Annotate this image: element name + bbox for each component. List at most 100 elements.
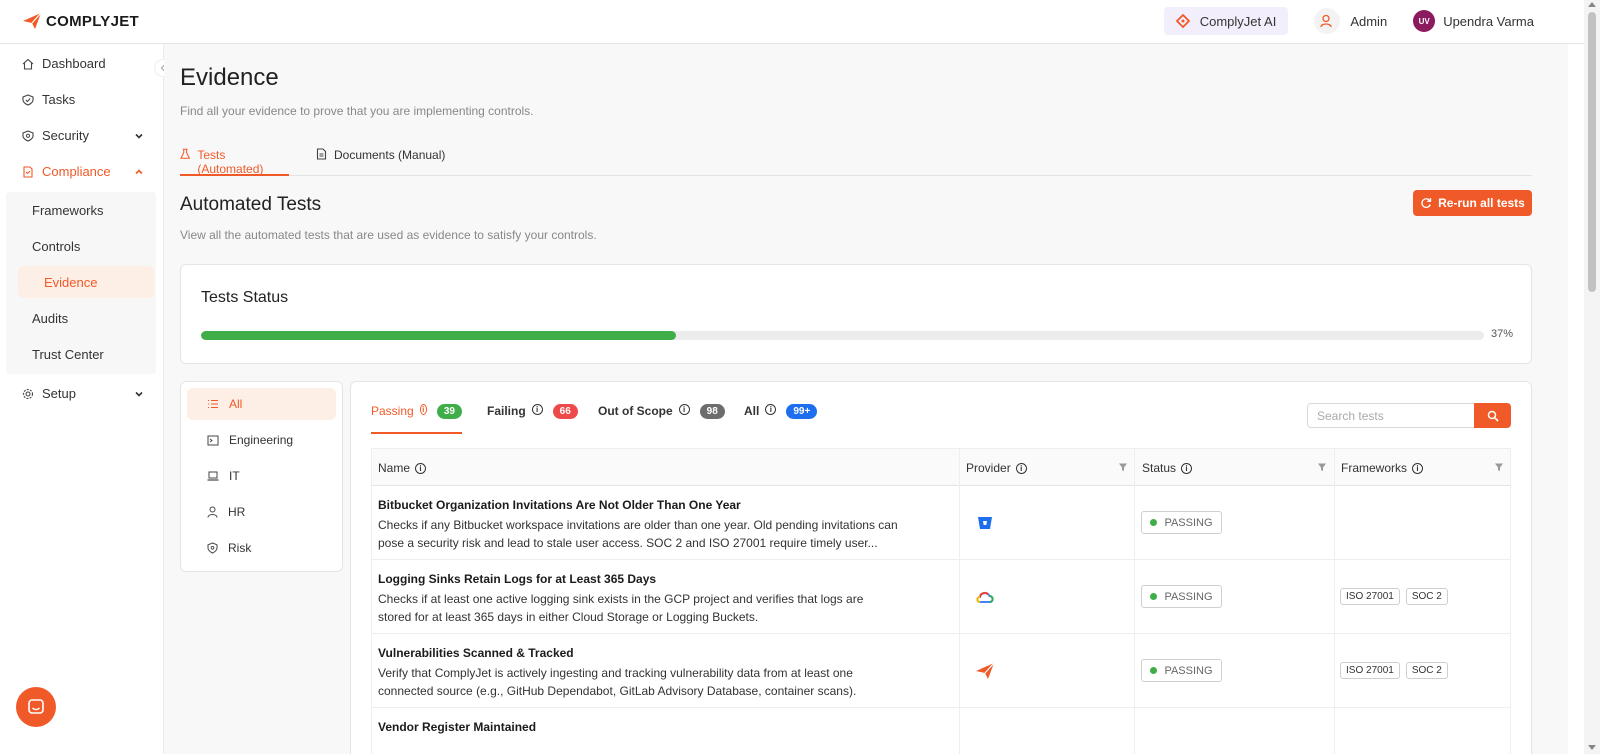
- column-label: Frameworks: [1341, 461, 1408, 475]
- chevron-down-icon: [135, 391, 143, 397]
- column-header-status[interactable]: Status i: [1142, 449, 1193, 487]
- category-label: IT: [229, 469, 240, 483]
- admin-user-icon: [1314, 8, 1341, 34]
- sidebar-item-trust-center[interactable]: Trust Center: [6, 338, 142, 370]
- home-icon: [22, 58, 34, 70]
- tests-progress-bar: [201, 331, 1484, 340]
- category-engineering[interactable]: Engineering: [187, 424, 336, 456]
- brand-logo[interactable]: COMPLYJET: [22, 12, 139, 30]
- sidebar-item-dashboard[interactable]: Dashboard: [22, 56, 144, 71]
- info-icon: i: [419, 404, 427, 415]
- sidebar-item-frameworks[interactable]: Frameworks: [6, 194, 142, 226]
- test-name: Vendor Register Maintained: [378, 720, 537, 734]
- search-button[interactable]: [1474, 403, 1511, 428]
- category-risk[interactable]: Risk: [187, 532, 336, 564]
- terminal-icon: [207, 435, 219, 445]
- test-name: Logging Sinks Retain Logs for at Least 3…: [378, 572, 657, 586]
- status-dot: [1150, 519, 1158, 526]
- filter-icon[interactable]: [1317, 462, 1327, 472]
- support-chat-button[interactable]: [16, 687, 56, 727]
- main-content: Evidence Find all your evidence to prove…: [164, 44, 1568, 754]
- status-label: PASSING: [1164, 590, 1213, 603]
- user-menu[interactable]: UV Upendra Varma: [1413, 10, 1534, 32]
- user-name: Upendra Varma: [1443, 13, 1534, 29]
- info-icon: i: [415, 462, 427, 474]
- category-all[interactable]: All: [187, 388, 336, 420]
- category-hr[interactable]: HR: [187, 496, 336, 528]
- framework-tag: ISO 27001: [1340, 662, 1400, 679]
- complyjet-icon: [974, 661, 996, 681]
- user-icon: [207, 506, 218, 518]
- tests-progress-fill: [201, 331, 676, 340]
- framework-tag: ISO 27001: [1340, 588, 1400, 605]
- scrollbar-thumb[interactable]: [1588, 12, 1596, 292]
- tab-label: Tests (Automated): [197, 148, 264, 176]
- info-icon: i: [1015, 462, 1027, 474]
- tab-documents-manual[interactable]: Documents (Manual): [316, 148, 445, 176]
- section-subtitle: View all the automated tests that are us…: [180, 228, 597, 242]
- category-it[interactable]: IT: [187, 460, 336, 492]
- ai-diamond-icon: [1175, 14, 1190, 28]
- status-badge: PASSING: [1141, 511, 1222, 534]
- sidebar-item-evidence[interactable]: Evidence: [18, 266, 154, 298]
- column-header-name[interactable]: Name i: [378, 449, 427, 487]
- sidebar-item-compliance[interactable]: Compliance: [22, 164, 144, 179]
- sidebar-item-audits[interactable]: Audits: [6, 302, 142, 334]
- filter-icon[interactable]: [1118, 462, 1128, 472]
- info-icon: i: [765, 404, 777, 415]
- chat-bubble-icon: [28, 699, 44, 714]
- bitbucket-icon: [974, 513, 996, 533]
- scroll-down-arrow-icon[interactable]: [1588, 745, 1596, 750]
- table-header: Name i Provider i Status i Frameworks i: [371, 448, 1511, 487]
- status-label: PASSING: [1164, 516, 1213, 529]
- complyjet-ai-button[interactable]: ComplyJet AI: [1163, 7, 1289, 35]
- status-badge: PASSING: [1141, 585, 1222, 608]
- table-row[interactable]: Bitbucket Organization Invitations Are N…: [371, 486, 1511, 560]
- framework-tag: SOC 2: [1405, 588, 1448, 605]
- google-cloud-icon: [974, 587, 996, 607]
- page-scrollbar[interactable]: [1584, 0, 1600, 754]
- filter-tab-all[interactable]: All i 99+: [744, 404, 818, 434]
- tab-label: Documents (Manual): [334, 148, 446, 162]
- table-row[interactable]: Logging Sinks Retain Logs for at Least 3…: [371, 560, 1511, 634]
- sidebar-item-label: Tasks: [42, 92, 76, 107]
- filter-tab-out-of-scope[interactable]: Out of Scope i 98: [598, 404, 725, 434]
- column-header-frameworks[interactable]: Frameworks i: [1341, 449, 1424, 487]
- column-header-provider[interactable]: Provider i: [966, 449, 1027, 487]
- scroll-up-arrow-icon[interactable]: [1588, 2, 1596, 7]
- shield-icon: [22, 129, 34, 142]
- refresh-icon: [1421, 198, 1432, 209]
- avatar: UV: [1413, 10, 1436, 32]
- sidebar: Dashboard Tasks Security Compliance Fram…: [0, 44, 164, 754]
- tab-tests-automated[interactable]: Tests (Automated): [180, 148, 289, 176]
- sidebar-item-controls[interactable]: Controls: [6, 230, 142, 262]
- filter-icon[interactable]: [1494, 462, 1504, 472]
- framework-tags: ISO 27001 SOC 2: [1340, 662, 1448, 679]
- table-row[interactable]: Vulnerabilities Scanned & Tracked Verify…: [371, 634, 1511, 708]
- admin-menu[interactable]: Admin: [1314, 8, 1387, 34]
- check-shield-icon: [22, 93, 34, 106]
- search-input[interactable]: Search tests: [1307, 403, 1475, 428]
- filter-label: Passing: [371, 404, 414, 418]
- shield-icon: [207, 542, 218, 554]
- filter-tab-failing[interactable]: Failing i 66: [487, 404, 578, 434]
- paper-plane-logo-icon: [23, 12, 42, 29]
- filter-tab-passing[interactable]: Passing i 39: [371, 404, 462, 434]
- page-title: Evidence: [180, 64, 279, 91]
- rerun-all-tests-button[interactable]: Re-run all tests: [1413, 190, 1532, 216]
- column-label: Provider: [966, 461, 1011, 475]
- passing-count-badge: 39: [436, 404, 462, 419]
- table-row[interactable]: Vendor Register Maintained: [371, 708, 1511, 754]
- all-count-badge: 99+: [786, 404, 818, 419]
- sidebar-item-setup[interactable]: Setup: [22, 386, 144, 401]
- test-description: Checks if any Bitbucket workspace invita…: [378, 518, 898, 550]
- category-label: HR: [228, 505, 246, 519]
- brand-name: COMPLYJET: [46, 12, 140, 30]
- page-subtitle: Find all your evidence to prove that you…: [180, 104, 534, 118]
- sidebar-item-security[interactable]: Security: [22, 128, 144, 143]
- compliance-document-icon: [23, 165, 33, 178]
- compliance-submenu: Frameworks Controls Evidence Audits Trus…: [6, 192, 156, 374]
- filter-label: Failing: [487, 404, 526, 418]
- failing-count-badge: 66: [552, 404, 578, 419]
- sidebar-item-tasks[interactable]: Tasks: [22, 92, 144, 107]
